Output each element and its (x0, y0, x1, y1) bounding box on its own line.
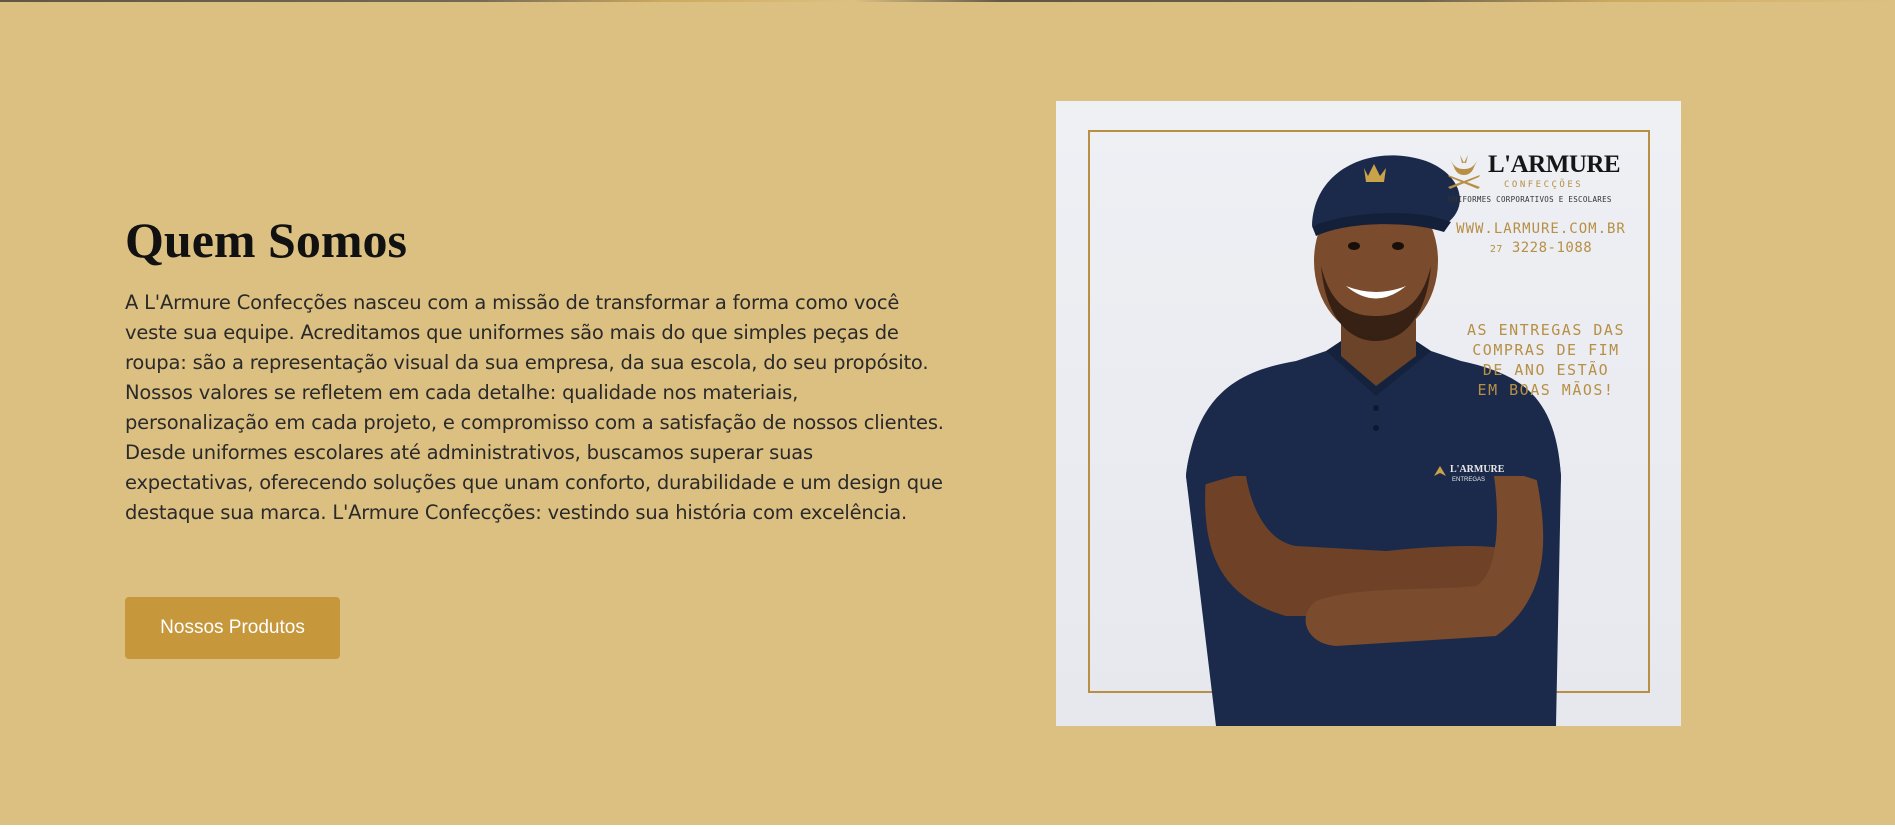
crest-logo-icon (1448, 155, 1480, 189)
brand-subtitle: CONFECÇÕES (1504, 180, 1584, 190)
about-section: Quem Somos A L'Armure Confecções nasceu … (0, 0, 1895, 825)
promo-website: WWW.LARMURE.COM.BR (1456, 221, 1626, 237)
promo-image: L'ARMURE ENTREGAS L'ARMURE CONFECÇÕES UN… (1056, 101, 1681, 726)
promo-headline-line: AS ENTREGAS DAS (1467, 321, 1625, 339)
promo-headline-line: COMPRAS DE FIM (1472, 341, 1620, 359)
products-button[interactable]: Nossos Produtos (125, 597, 340, 659)
phone-area-code: 27 (1489, 244, 1503, 255)
shirt-brand-text: L'ARMURE (1450, 464, 1505, 475)
promo-phone: 27 3228-1088 (1451, 240, 1631, 256)
promo-headline-line: EM BOAS MÃOS! (1477, 381, 1615, 399)
about-title: Quem Somos (125, 212, 407, 268)
section-bottom-border (0, 825, 1895, 830)
promo-headline-line: DE ANO ESTÃO (1482, 361, 1610, 379)
brand-tagline: UNIFORMES CORPORATIVOS E ESCOLARES (1448, 195, 1612, 204)
brand-name: L'ARMURE (1488, 151, 1621, 178)
about-text-block: Quem Somos A L'Armure Confecções nasceu … (125, 210, 945, 528)
promo-headline: AS ENTREGAS DAS COMPRAS DE FIM DE ANO ES… (1456, 320, 1636, 400)
about-description: A L'Armure Confecções nasceu com a missã… (125, 291, 944, 524)
phone-number: 3228-1088 (1511, 240, 1593, 256)
shirt-sub-text: ENTREGAS (1452, 477, 1485, 483)
